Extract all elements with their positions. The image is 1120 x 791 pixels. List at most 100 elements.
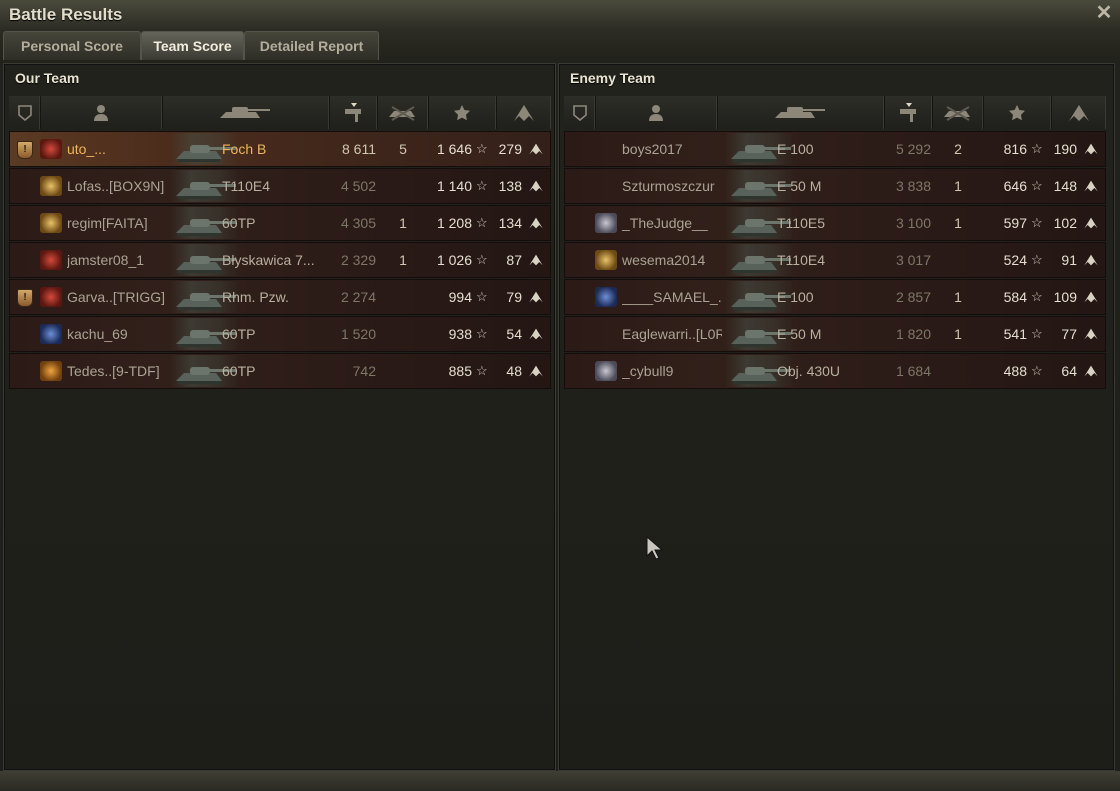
kills-value: 5 [399, 141, 407, 157]
player-row[interactable]: boys2017 E 100 5 292 2 816 190 ☆ [564, 131, 1106, 167]
achievement-badge-icon [595, 361, 617, 381]
title-bar: Battle Results ✕ [0, 0, 1120, 30]
vehicle-name: Rhm. Pzw. [222, 289, 289, 305]
vehicle-name: E 50 M [777, 326, 822, 342]
damage-icon[interactable] [329, 96, 378, 129]
achievement-badge-icon [40, 287, 62, 307]
xp-star-icon: ☆ [1031, 326, 1043, 341]
xp-star-icon[interactable] [428, 96, 497, 129]
vehicle-name: 60TP [222, 326, 256, 342]
damage-icon[interactable] [884, 96, 933, 129]
xp-value: 816 [1003, 141, 1027, 157]
player-row[interactable]: Eaglewarri..[L0RDS] E 50 M 1 820 1 541 77 ☆ [564, 316, 1106, 352]
player-row[interactable]: ! Garva..[TRIGG] Rhm. Pzw. 2 274 994 79 ☆ [9, 279, 551, 315]
achievement-badge-icon [595, 250, 617, 270]
free-xp-icon [528, 280, 546, 314]
player-name: Garva..[TRIGG] [67, 289, 166, 305]
player-row[interactable]: Lofas..[BOX9N] T110E4 4 502 1 140 138 ☆ [9, 168, 551, 204]
player-icon[interactable] [595, 96, 718, 129]
kills-value [388, 354, 418, 388]
achievement-badge-icon [595, 287, 617, 307]
vehicle-name: Błyskawica 7... [222, 252, 315, 268]
damage-value: 5 292 [895, 141, 931, 157]
damage-value: 8 611 [342, 141, 376, 157]
squad-icon[interactable] [9, 96, 41, 129]
vehicle-name: E 100 [777, 289, 814, 305]
free-xp-icon [528, 206, 546, 240]
player-name: _cybull9 [622, 363, 674, 379]
xp-star-icon: ☆ [476, 141, 488, 156]
free-xp-icon [1083, 243, 1101, 277]
tab-team-score[interactable]: Team Score [141, 31, 244, 60]
player-name: regim[FAITA] [67, 215, 148, 231]
free-xp-value: 102 [1053, 215, 1077, 231]
damage-value: 2 274 [340, 289, 376, 305]
xp-value: 938 [448, 326, 472, 342]
vehicle-name: 60TP [222, 215, 256, 231]
kills-value [388, 317, 418, 351]
free-xp-icon [1083, 132, 1101, 166]
vehicle-name: E 50 M [777, 178, 822, 194]
bottom-bar [0, 771, 1120, 791]
player-row[interactable]: regim[FAITA] 60TP 4 305 1 1 208 134 ☆ [9, 205, 551, 241]
achievement-badge-icon [40, 139, 62, 159]
free-xp-icon [528, 132, 546, 166]
xp-value: 597 [1003, 215, 1027, 231]
xp-star-icon: ☆ [1031, 141, 1043, 156]
player-row[interactable]: wesema2014 T110E4 3 017 524 91 ☆ [564, 242, 1106, 278]
free-xp-icon[interactable] [496, 96, 551, 129]
kills-value: 1 [399, 215, 407, 231]
kills-value [388, 280, 418, 314]
tank-icon[interactable] [162, 96, 330, 129]
player-row[interactable]: _TheJudge__ T110E5 3 100 1 597 102 ☆ [564, 205, 1106, 241]
xp-star-icon: ☆ [1031, 252, 1043, 267]
damage-value: 2 329 [340, 252, 376, 268]
damage-value: 1 520 [340, 326, 376, 342]
free-xp-value: 87 [506, 252, 522, 268]
vehicle-name: T110E4 [777, 252, 825, 268]
free-xp-value: 279 [498, 141, 522, 157]
player-name: _TheJudge__ [622, 215, 708, 231]
player-row[interactable]: ____SAMAEL_.. E 100 2 857 1 584 109 ☆ [564, 279, 1106, 315]
free-xp-value: 48 [506, 363, 522, 379]
kills-value: 1 [399, 252, 407, 268]
free-xp-icon [1083, 280, 1101, 314]
free-xp-value: 77 [1061, 326, 1077, 342]
vehicle-name: T110E4 [222, 178, 270, 194]
player-row[interactable]: Tedes..[9-TDF] 60TP 742 885 48 ☆ [9, 353, 551, 389]
kills-icon[interactable] [932, 96, 984, 129]
player-row[interactable]: _cybull9 Obj. 430U 1 684 488 64 ☆ [564, 353, 1106, 389]
damage-value: 1 684 [895, 363, 931, 379]
damage-value: 3 838 [895, 178, 931, 194]
free-xp-icon [528, 354, 546, 388]
player-row[interactable]: kachu_69 60TP 1 520 938 54 ☆ [9, 316, 551, 352]
enemy-team-header [564, 96, 1106, 129]
tab-personal-score[interactable]: Personal Score [3, 31, 141, 60]
xp-star-icon[interactable] [983, 96, 1052, 129]
kills-value [943, 354, 973, 388]
free-xp-value: 190 [1053, 141, 1077, 157]
kills-value: 1 [954, 326, 962, 342]
free-xp-icon[interactable] [1051, 96, 1106, 129]
free-xp-value: 148 [1053, 178, 1077, 194]
window-title: Battle Results [9, 5, 123, 24]
free-xp-value: 64 [1061, 363, 1077, 379]
free-xp-icon [528, 243, 546, 277]
kills-icon[interactable] [377, 96, 429, 129]
player-row[interactable]: Szturmoszczur E 50 M 3 838 1 646 148 ☆ [564, 168, 1106, 204]
squad-icon[interactable] [564, 96, 596, 129]
xp-value: 1 140 [436, 178, 472, 194]
tab-detailed-report[interactable]: Detailed Report [244, 31, 379, 60]
close-icon[interactable]: ✕ [1094, 2, 1114, 24]
achievement-badge-icon [40, 176, 62, 196]
tank-icon[interactable] [717, 96, 885, 129]
player-name: Tedes..[9-TDF] [67, 363, 160, 379]
player-icon[interactable] [40, 96, 163, 129]
player-row[interactable]: jamster08_1 Błyskawica 7... 2 329 1 1 026 87 ☆ [9, 242, 551, 278]
free-xp-icon [1083, 317, 1101, 351]
damage-value: 4 305 [340, 215, 376, 231]
damage-value: 3 017 [895, 252, 931, 268]
xp-star-icon: ☆ [1031, 289, 1043, 304]
player-row[interactable]: ! uto_... Foch B 8 611 5 1 646 279 ☆ [9, 131, 551, 167]
achievement-badge-icon [40, 361, 62, 381]
